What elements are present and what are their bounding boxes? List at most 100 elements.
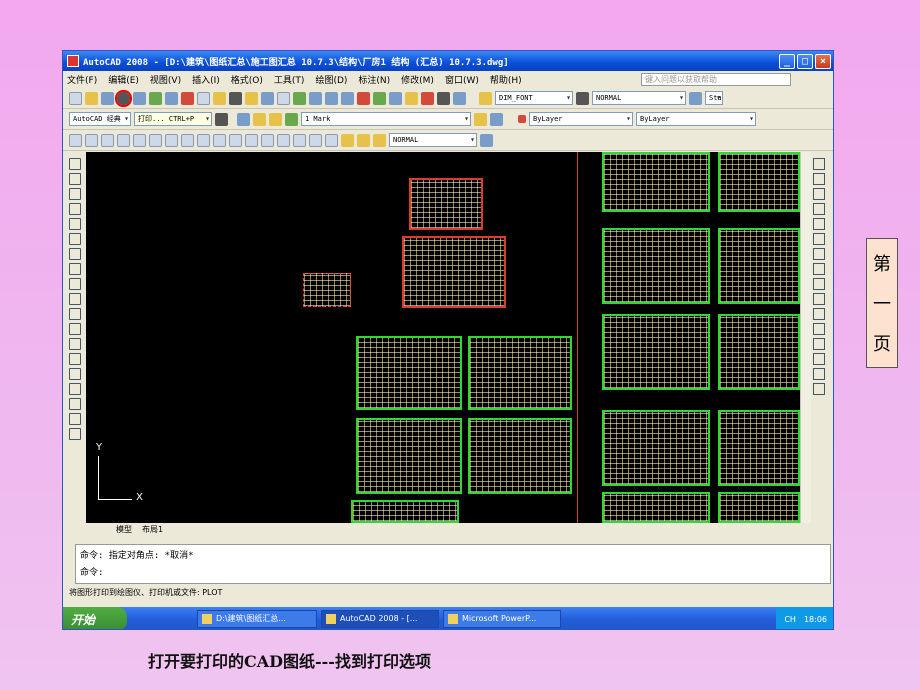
dim-style-manager-icon[interactable] bbox=[480, 133, 493, 147]
trim-icon[interactable] bbox=[813, 293, 825, 305]
tolerance-icon[interactable] bbox=[277, 133, 290, 147]
new-icon[interactable] bbox=[69, 91, 82, 105]
spline-icon[interactable] bbox=[68, 278, 81, 290]
offset-icon[interactable] bbox=[813, 203, 825, 215]
line-tool-icon[interactable] bbox=[68, 158, 81, 170]
menu-dimension[interactable]: 标注(N) bbox=[358, 73, 390, 86]
point-icon[interactable] bbox=[68, 353, 81, 365]
markup-icon[interactable] bbox=[421, 91, 434, 105]
baseline-icon[interactable] bbox=[213, 133, 226, 147]
zoom-previous-icon[interactable] bbox=[341, 91, 354, 105]
menu-insert[interactable]: 插入(I) bbox=[192, 73, 220, 86]
erase-icon[interactable] bbox=[813, 158, 825, 170]
dim-style-icon[interactable] bbox=[576, 91, 589, 105]
jogged-linear-icon[interactable] bbox=[325, 133, 338, 147]
polyline-icon[interactable] bbox=[68, 188, 81, 200]
plot-preview-icon[interactable] bbox=[133, 91, 146, 105]
text-style-icon[interactable] bbox=[479, 91, 492, 105]
dim-text-edit-icon[interactable] bbox=[357, 133, 370, 147]
layer-manager-icon[interactable] bbox=[237, 112, 250, 126]
make-block-icon[interactable] bbox=[68, 338, 81, 350]
block-editor-icon[interactable] bbox=[245, 91, 258, 105]
open-icon[interactable] bbox=[85, 91, 98, 105]
paste-icon[interactable] bbox=[213, 91, 226, 105]
menu-window[interactable]: 窗口(W) bbox=[445, 73, 479, 86]
minimize-button[interactable]: _ bbox=[779, 53, 795, 69]
undo-icon[interactable] bbox=[261, 91, 274, 105]
match-properties-icon[interactable] bbox=[229, 91, 242, 105]
inspection-icon[interactable] bbox=[309, 133, 322, 147]
tab-model[interactable]: 模型 bbox=[116, 524, 132, 535]
linear-dim-icon[interactable] bbox=[69, 133, 82, 147]
aligned-dim-icon[interactable] bbox=[85, 133, 98, 147]
menu-modify[interactable]: 修改(M) bbox=[401, 73, 434, 86]
table-style-dropdown[interactable]: Sta bbox=[705, 91, 723, 105]
close-button[interactable]: × bbox=[815, 53, 831, 69]
maximize-button[interactable]: □ bbox=[797, 53, 813, 69]
copy-icon[interactable] bbox=[197, 91, 210, 105]
move-icon[interactable] bbox=[813, 233, 825, 245]
taskbar-item-autocad[interactable]: AutoCAD 2008 - [... bbox=[321, 610, 439, 628]
menu-format[interactable]: 格式(O) bbox=[231, 73, 263, 86]
drawing-canvas[interactable]: Y X bbox=[86, 152, 800, 523]
color-dropdown[interactable]: ByLayer bbox=[529, 112, 633, 126]
multiline-text-icon[interactable] bbox=[68, 428, 81, 440]
table-style-icon[interactable] bbox=[689, 91, 702, 105]
menu-edit[interactable]: 编辑(E) bbox=[108, 73, 139, 86]
arc-icon[interactable] bbox=[68, 233, 81, 245]
layer-freeze-icon[interactable] bbox=[269, 112, 282, 126]
zoom-realtime-icon[interactable] bbox=[309, 91, 322, 105]
region-icon[interactable] bbox=[68, 398, 81, 410]
3d-dwf-icon[interactable] bbox=[165, 91, 178, 105]
insert-block-icon[interactable] bbox=[68, 323, 81, 335]
menu-help[interactable]: 帮助(H) bbox=[490, 73, 522, 86]
command-window[interactable]: 命令: 指定对角点: *取消* 命令: bbox=[75, 544, 831, 584]
tool-palettes-icon[interactable] bbox=[389, 91, 402, 105]
center-mark-icon[interactable] bbox=[293, 133, 306, 147]
workspace-dropdown[interactable]: AutoCAD 经典 bbox=[69, 112, 131, 126]
input-language[interactable]: CH bbox=[784, 615, 796, 624]
menu-view[interactable]: 视图(V) bbox=[150, 73, 181, 86]
quick-dim-icon[interactable] bbox=[197, 133, 210, 147]
layer-previous-icon[interactable] bbox=[490, 112, 503, 126]
diameter-icon[interactable] bbox=[165, 133, 178, 147]
vertical-scrollbar[interactable] bbox=[800, 152, 811, 523]
radius-icon[interactable] bbox=[133, 133, 146, 147]
menu-tools[interactable]: 工具(T) bbox=[274, 73, 305, 86]
arc-length-icon[interactable] bbox=[101, 133, 114, 147]
stretch-icon[interactable] bbox=[813, 278, 825, 290]
layer-on-icon[interactable] bbox=[253, 112, 266, 126]
help-icon[interactable] bbox=[453, 91, 466, 105]
menu-draw[interactable]: 绘图(D) bbox=[315, 73, 347, 86]
menu-file[interactable]: 文件(F) bbox=[67, 73, 97, 86]
dim-edit-icon[interactable] bbox=[341, 133, 354, 147]
taskbar-item-explorer[interactable]: D:\建筑\图纸汇总... bbox=[197, 610, 317, 628]
array-icon[interactable] bbox=[813, 218, 825, 230]
calculator-icon[interactable] bbox=[437, 91, 450, 105]
chamfer-icon[interactable] bbox=[813, 353, 825, 365]
layer-dropdown[interactable]: 1 Mark bbox=[301, 112, 471, 126]
start-button[interactable]: 开始 bbox=[63, 607, 127, 629]
tab-layout1[interactable]: 布局1 bbox=[142, 524, 163, 535]
ellipse-icon[interactable] bbox=[68, 293, 81, 305]
text-style-dropdown[interactable]: DIM_FONT bbox=[495, 91, 573, 105]
extend-icon[interactable] bbox=[813, 308, 825, 320]
polygon-icon[interactable] bbox=[68, 203, 81, 215]
dim-update-icon[interactable] bbox=[373, 133, 386, 147]
dim-scale-style-dropdown[interactable]: NORMAL bbox=[389, 133, 477, 147]
mirror-icon[interactable] bbox=[813, 188, 825, 200]
ellipse-arc-icon[interactable] bbox=[68, 308, 81, 320]
title-bar[interactable]: AutoCAD 2008 - [D:\建筑\图纸汇总\施工图汇总 10.7.3\… bbox=[63, 51, 833, 71]
circle-icon[interactable] bbox=[68, 248, 81, 260]
command-input-line[interactable]: 命令: bbox=[80, 565, 826, 582]
revision-cloud-icon[interactable] bbox=[68, 263, 81, 275]
sheet-set-icon[interactable] bbox=[405, 91, 418, 105]
taskbar-item-powerpoint[interactable]: Microsoft PowerP... bbox=[443, 610, 561, 628]
cut-icon[interactable] bbox=[181, 91, 194, 105]
rotate-icon[interactable] bbox=[813, 248, 825, 260]
copy-object-icon[interactable] bbox=[813, 173, 825, 185]
dim-break-icon[interactable] bbox=[261, 133, 274, 147]
explode-icon[interactable] bbox=[813, 383, 825, 395]
layer-lock-icon[interactable] bbox=[285, 112, 298, 126]
jogged-icon[interactable] bbox=[149, 133, 162, 147]
